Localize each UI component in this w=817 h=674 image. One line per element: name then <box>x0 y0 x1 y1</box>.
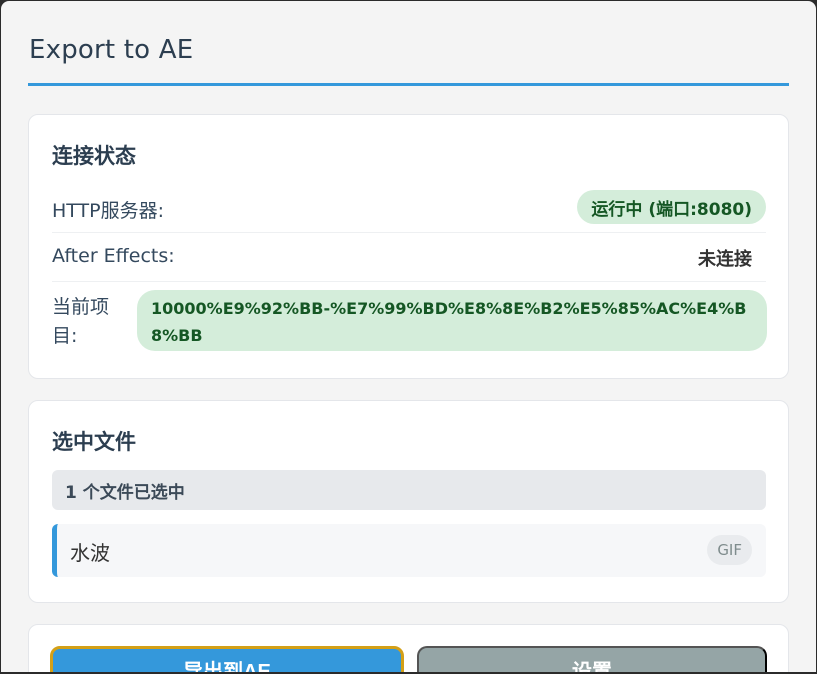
file-type-badge: GIF <box>707 535 752 565</box>
current-project-value: 10000%E9%92%BB-%E7%99%BD%E8%8E%B2%E5%85%… <box>137 290 767 351</box>
file-list-item[interactable]: 水波 GIF <box>52 524 766 577</box>
connection-status-card: 连接状态 HTTP服务器: 运行中 (端口:8080) After Effect… <box>28 114 789 379</box>
current-project-label: 当前项目: <box>52 296 110 347</box>
http-server-status-badge: 运行中 (端口:8080) <box>577 190 766 224</box>
actions-card: 导出到AE 设置 <box>28 624 789 672</box>
after-effects-status: 未连接 <box>698 249 752 270</box>
http-server-label: HTTP服务器: <box>52 200 165 222</box>
row-divider <box>52 232 766 233</box>
export-to-ae-button[interactable]: 导出到AE <box>50 646 404 672</box>
selection-count-bar: 1 个文件已选中 <box>52 470 766 510</box>
selected-files-title: 选中文件 <box>52 430 136 454</box>
connection-status-title: 连接状态 <box>52 144 136 168</box>
after-effects-label: After Effects: <box>52 245 175 267</box>
file-name: 水波 <box>70 541 110 565</box>
settings-button[interactable]: 设置 <box>417 646 767 672</box>
title-underline <box>28 83 789 86</box>
export-panel-window: Export to AE 连接状态 HTTP服务器: 运行中 (端口:8080)… <box>1 1 816 672</box>
selected-files-card: 选中文件 1 个文件已选中 水波 GIF <box>28 400 789 603</box>
page-title: Export to AE <box>29 35 194 65</box>
row-divider <box>52 281 766 282</box>
